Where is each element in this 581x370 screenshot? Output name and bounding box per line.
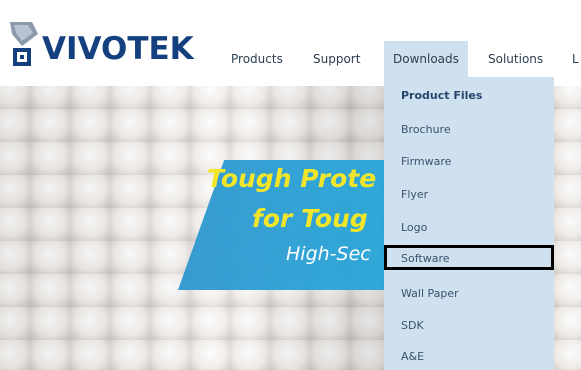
site-header: VIVOTEK Products Support Downloads Solut… bbox=[0, 0, 581, 86]
nav-item-l[interactable]: L bbox=[572, 41, 579, 77]
nav-item-downloads[interactable]: Downloads bbox=[384, 41, 468, 77]
promo-headline-2: for Toug bbox=[252, 204, 368, 233]
menu-item-wall-paper[interactable]: Wall Paper bbox=[401, 284, 459, 304]
promo-subline: High-Sec bbox=[286, 243, 371, 265]
downloads-dropdown-menu: Product Files Brochure Firmware Flyer Lo… bbox=[384, 77, 554, 370]
promo-headline-1: Tough Prote bbox=[207, 164, 377, 193]
menu-item-firmware[interactable]: Firmware bbox=[401, 152, 451, 172]
nav-item-solutions[interactable]: Solutions bbox=[488, 41, 543, 77]
nav-item-products[interactable]: Products bbox=[231, 41, 283, 77]
main-nav: Products Support Downloads Solutions L bbox=[0, 41, 581, 77]
menu-item-logo[interactable]: Logo bbox=[401, 218, 427, 238]
menu-item-product-files[interactable]: Product Files bbox=[401, 86, 482, 106]
menu-item-a-and-e[interactable]: A&E bbox=[401, 347, 424, 367]
menu-item-brochure[interactable]: Brochure bbox=[401, 120, 451, 140]
nav-item-support[interactable]: Support bbox=[313, 41, 360, 77]
menu-item-sdk[interactable]: SDK bbox=[401, 316, 424, 336]
software-highlight-box bbox=[384, 245, 554, 270]
menu-item-flyer[interactable]: Flyer bbox=[401, 185, 428, 205]
